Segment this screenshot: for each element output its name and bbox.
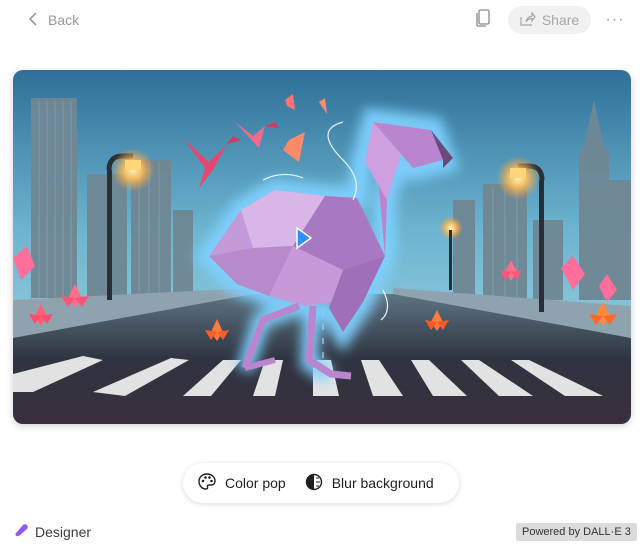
powered-by-label: Powered by DALL·E 3 — [522, 526, 631, 538]
designer-logo-icon — [14, 522, 30, 541]
back-label: Back — [48, 12, 80, 28]
blur-background-button[interactable]: Blur background — [286, 463, 434, 503]
generated-image[interactable] — [13, 70, 631, 424]
copy-icon — [476, 8, 490, 32]
more-options-button[interactable]: ··· — [602, 8, 628, 32]
origami-flamingo-scene — [13, 70, 631, 424]
designer-brand[interactable]: Designer — [14, 522, 91, 541]
share-label: Share — [541, 12, 580, 28]
share-button[interactable]: Share — [508, 6, 591, 34]
color-pop-button[interactable]: Color pop — [183, 463, 286, 503]
half-circle-icon — [304, 472, 324, 495]
image-actions-bar: Color pop Blur background — [183, 463, 459, 503]
blur-background-label: Blur background — [331, 475, 434, 491]
chevron-left-icon — [28, 11, 38, 29]
top-bar: Back Share ··· — [0, 0, 640, 40]
powered-by-badge: Powered by DALL·E 3 — [516, 523, 637, 541]
color-pop-label: Color pop — [225, 475, 286, 491]
back-button[interactable]: Back — [28, 8, 79, 32]
share-icon — [520, 10, 536, 29]
designer-label: Designer — [35, 523, 92, 540]
palette-icon — [197, 472, 217, 495]
more-icon: ··· — [605, 11, 625, 28]
copy-button[interactable] — [472, 8, 494, 32]
